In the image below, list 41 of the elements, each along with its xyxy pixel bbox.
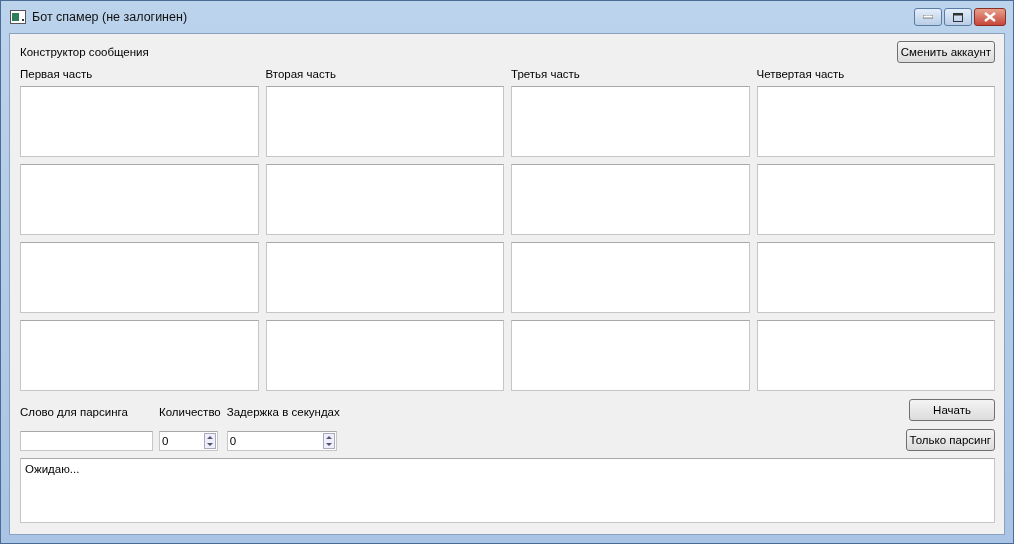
action-button[interactable]: Начать xyxy=(909,399,995,421)
text-area[interactable] xyxy=(756,242,995,313)
text-area[interactable] xyxy=(756,320,995,391)
window-title: Бот спамер (не залогинен) xyxy=(32,10,188,24)
field-label: Задержка в секундах xyxy=(226,405,340,420)
field-label: Количество xyxy=(159,405,221,420)
spin-box[interactable]: 0 xyxy=(159,431,218,451)
text-area[interactable] xyxy=(511,164,750,235)
minimize-icon xyxy=(923,15,933,19)
text-area[interactable] xyxy=(756,86,995,157)
switch-account-button[interactable]: Сменить аккаунт xyxy=(896,41,995,63)
log-text: Ожидаю... xyxy=(25,463,80,475)
minimize-button[interactable] xyxy=(914,8,942,26)
spin-box[interactable]: 0 xyxy=(226,431,337,451)
spin-arrows-icon xyxy=(204,433,216,449)
text-area[interactable] xyxy=(20,320,259,391)
input-field[interactable] xyxy=(20,431,153,451)
column-label: Третья часть xyxy=(511,68,581,81)
section-title: Конструктор сообщения xyxy=(20,46,149,58)
close-icon xyxy=(984,12,996,22)
text-area[interactable] xyxy=(20,86,259,157)
text-area[interactable] xyxy=(511,320,750,391)
text-area[interactable] xyxy=(265,242,504,313)
maximize-icon xyxy=(953,12,963,22)
text-area[interactable] xyxy=(20,242,259,313)
field-label: Слово для парсинга xyxy=(20,405,129,420)
text-area[interactable] xyxy=(265,164,504,235)
spin-arrows-icon xyxy=(322,433,335,449)
text-area[interactable] xyxy=(265,86,504,157)
text-area[interactable] xyxy=(511,86,750,157)
action-button[interactable]: Только парсинг xyxy=(905,429,995,451)
app-icon xyxy=(10,10,26,24)
text-area[interactable] xyxy=(511,242,750,313)
column-label: Вторая часть xyxy=(265,68,337,81)
column-label: Первая часть xyxy=(20,68,94,81)
maximize-button[interactable] xyxy=(944,8,972,26)
text-area[interactable] xyxy=(756,164,995,235)
text-area[interactable] xyxy=(265,320,504,391)
close-button[interactable] xyxy=(974,8,1006,26)
column-label: Четвертая часть xyxy=(756,68,846,81)
text-area[interactable] xyxy=(20,164,259,235)
